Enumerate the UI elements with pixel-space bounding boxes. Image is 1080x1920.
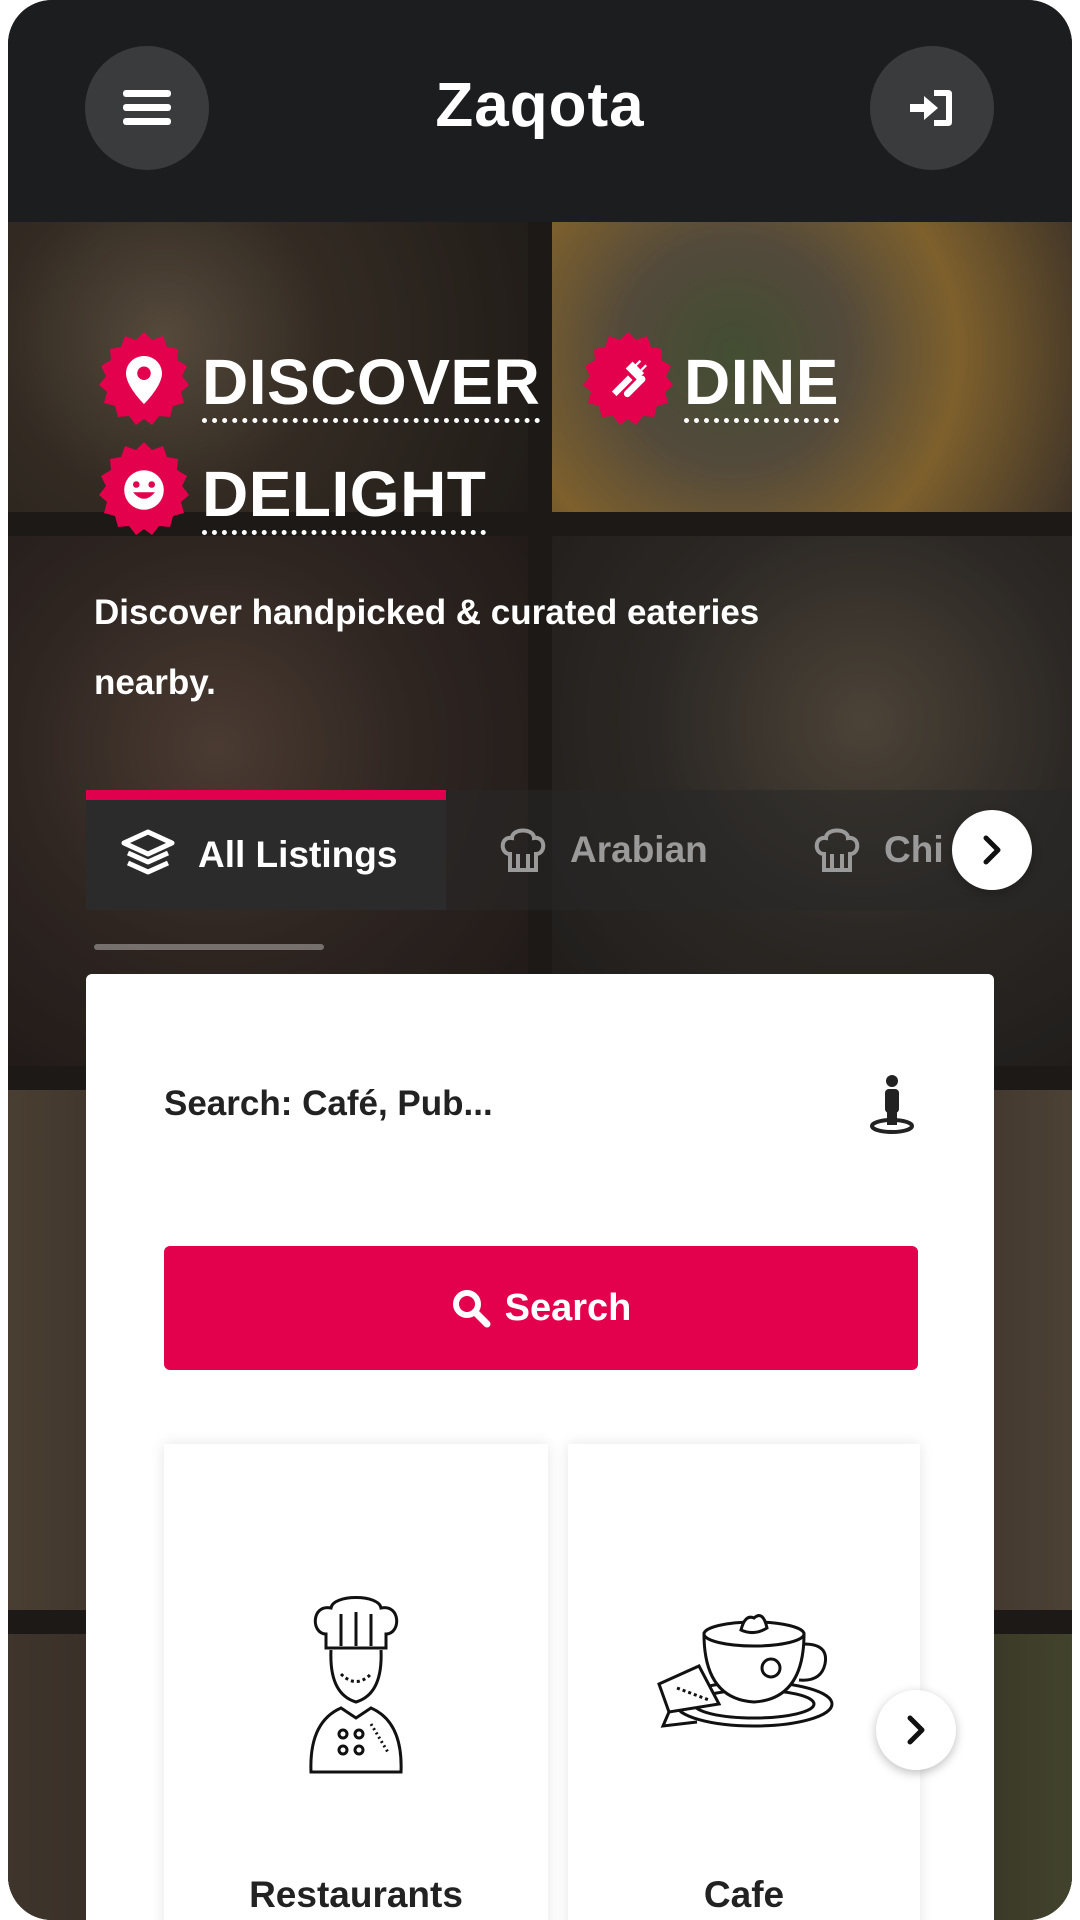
headline-delight: DELIGHT <box>202 462 487 535</box>
categories-next-button[interactable] <box>876 1690 956 1770</box>
tab-label: All Listings <box>198 834 398 875</box>
tab-label: Chi <box>884 829 944 870</box>
category-card-cafe[interactable]: Cafe <box>568 1444 920 1920</box>
category-label: Cafe <box>703 1874 785 1915</box>
tab-arabian[interactable]: Arabian <box>498 790 708 910</box>
utensils-badge-icon <box>578 330 678 430</box>
tab-all-listings[interactable]: All Listings <box>86 790 446 910</box>
street-view-icon[interactable] <box>868 1074 916 1134</box>
login-button[interactable] <box>870 46 994 170</box>
chef-hat-icon <box>498 824 548 876</box>
chevron-right-icon <box>983 835 1001 865</box>
search-button[interactable]: Search <box>164 1246 918 1370</box>
search-card: Search: Café, Pub... Search Restaurants … <box>86 974 994 1920</box>
search-button-label: Search <box>504 1286 632 1329</box>
category-tabs: All Listings Arabian Chi <box>86 790 1072 910</box>
headline-dine: DINE <box>684 350 839 423</box>
search-icon <box>451 1288 491 1328</box>
app-screen: DISCOVER DINE DELIGHT Discover handpicke… <box>8 0 1072 1920</box>
top-app-bar: Zaqota <box>8 0 1072 222</box>
tab-chinese[interactable]: Chi <box>812 790 944 910</box>
search-input[interactable] <box>164 1084 804 1124</box>
sign-in-icon <box>910 90 952 126</box>
chevron-right-icon <box>907 1715 925 1745</box>
chef-illustration <box>164 1594 548 1774</box>
chef-hat-icon <box>812 824 862 876</box>
smile-badge-icon <box>94 440 194 540</box>
hero-tagline: Discover handpicked & curated eateries n… <box>94 593 760 702</box>
map-pin-badge-icon <box>94 330 194 430</box>
coffee-cup-illustration <box>568 1604 920 1754</box>
search-row <box>164 1054 916 1154</box>
tabs-scroll-indicator <box>94 944 324 950</box>
layers-icon <box>120 829 176 881</box>
headline-discover: DISCOVER <box>202 350 541 423</box>
tab-label: Arabian <box>570 829 708 870</box>
category-label: Restaurants <box>249 1874 463 1915</box>
category-card-restaurants[interactable]: Restaurants <box>164 1444 548 1920</box>
tabs-next-button[interactable] <box>952 810 1032 890</box>
